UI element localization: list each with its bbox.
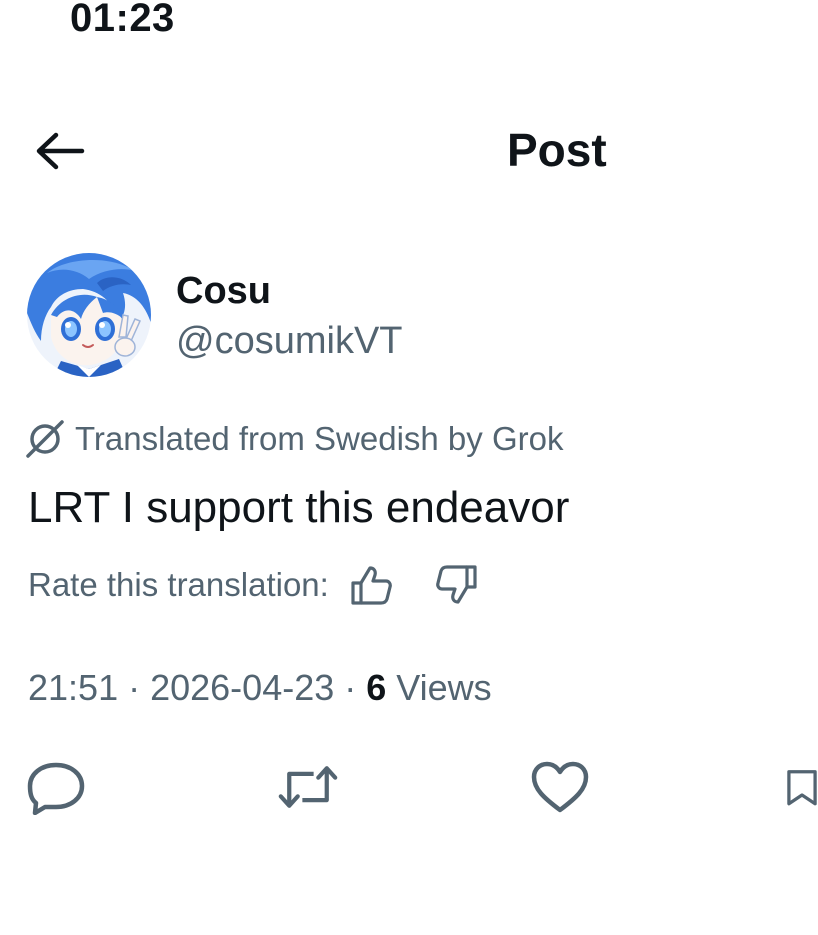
translation-notice[interactable]: Translated from Swedish by Grok <box>25 418 563 460</box>
repost-button[interactable] <box>278 758 338 816</box>
like-button[interactable] <box>530 758 590 816</box>
post-text: LRT I support this endeavor <box>28 483 570 532</box>
reply-button[interactable] <box>26 758 86 816</box>
avatar[interactable] <box>27 253 151 377</box>
rate-down-button[interactable] <box>433 562 479 608</box>
repost-icon <box>278 766 338 808</box>
like-icon <box>531 761 589 813</box>
post-date: 2026-04-23 <box>150 667 335 708</box>
reply-icon <box>27 762 85 815</box>
status-bar-time: 01:23 <box>70 0 175 40</box>
bookmark-button[interactable] <box>786 758 818 816</box>
post-time: 21:51 <box>28 667 119 708</box>
back-button[interactable] <box>30 124 88 178</box>
views-label[interactable]: Views <box>386 667 491 708</box>
rate-translation-label: Rate this translation: <box>28 566 329 603</box>
meta-separator: · <box>118 667 151 708</box>
rate-translation-row: Rate this translation: <box>28 562 479 608</box>
arrow-left-icon <box>36 132 85 170</box>
avatar-image <box>27 253 151 377</box>
meta-separator: · <box>334 667 367 708</box>
page-title: Post <box>507 124 607 176</box>
thumbs-up-icon <box>351 566 392 605</box>
author-display-name[interactable]: Cosu <box>176 268 271 314</box>
translation-label: Translated from Swedish by Grok <box>75 420 564 457</box>
rate-up-button[interactable] <box>349 562 395 608</box>
post-meta: 21:51 · 2026-04-23 · 6 Views <box>28 666 492 710</box>
views-count[interactable]: 6 <box>366 667 386 708</box>
bookmark-icon <box>787 770 817 806</box>
author-handle[interactable]: @cosumikVT <box>176 318 403 364</box>
thumbs-down-icon <box>435 565 477 604</box>
grok-icon <box>26 420 64 458</box>
